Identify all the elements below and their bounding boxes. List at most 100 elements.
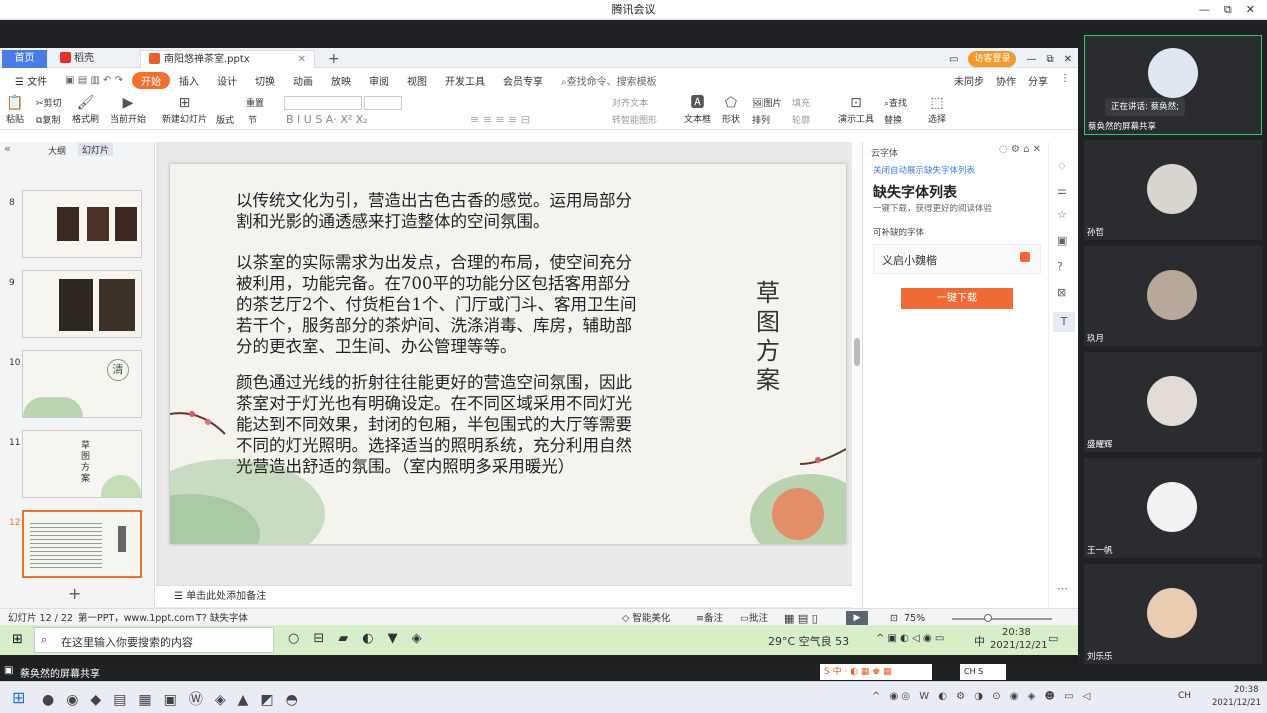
new-tab-button[interactable]: + — [320, 50, 348, 68]
command-search[interactable]: ⌕查找命令、搜索模板 — [552, 73, 666, 88]
participant-tile[interactable]: 刘乐乐 — [1084, 564, 1262, 664]
new-slide-button[interactable]: ⊞ 新建幻灯片 — [162, 94, 207, 125]
tab-daoke[interactable]: 稻壳 — [52, 50, 102, 68]
slide-thumb-11[interactable]: 草图方案 — [22, 430, 142, 498]
align-text-button[interactable]: 对齐文本 — [612, 96, 648, 109]
more-icon[interactable]: ⋮ — [1060, 73, 1070, 88]
play-from-current-button[interactable]: ▶ 当前开始 — [110, 94, 146, 125]
share-button[interactable]: 分享 — [1028, 73, 1048, 88]
tab-outline[interactable]: 大纲 — [48, 144, 66, 157]
notification-icon[interactable]: ▭ — [1048, 632, 1058, 645]
reset-button[interactable]: 重置 — [246, 96, 264, 109]
add-slide-button[interactable]: + — [68, 584, 81, 603]
smart-graphic-button[interactable]: 转智能图形 — [612, 113, 657, 126]
guest-login-button[interactable]: 访客登录 — [968, 51, 1017, 67]
slides-icon[interactable]: ▣ — [1057, 234, 1067, 247]
window-icon[interactable]: ▭ — [949, 54, 958, 65]
ime-lang[interactable]: CH S — [960, 664, 1006, 680]
font-icon[interactable]: T — [1053, 312, 1075, 332]
zoom-slider[interactable] — [952, 618, 1052, 620]
sync-status[interactable]: 未同步 — [954, 73, 984, 88]
minimize-button[interactable]: — — [1199, 0, 1210, 20]
vertical-scrollbar[interactable] — [854, 338, 860, 366]
close-button[interactable]: ✕ — [1246, 0, 1255, 20]
collab-button[interactable]: 协作 — [996, 73, 1016, 88]
adjust-icon[interactable]: ⚌ — [1057, 184, 1067, 197]
participant-tile[interactable]: 玖月 — [1084, 246, 1262, 346]
notes-area[interactable]: ☰ 单击此处添加备注 — [156, 585, 852, 607]
cut-button[interactable]: ✂剪切 — [36, 96, 62, 109]
slide-thumb-12-selected[interactable] — [22, 510, 142, 578]
slide-thumb-9[interactable] — [22, 270, 142, 338]
help-icon[interactable]: ? — [1057, 260, 1063, 273]
shape-button[interactable]: ⬠ 形状 — [722, 94, 740, 125]
menu-insert[interactable]: 插入 — [170, 73, 208, 88]
menu-view[interactable]: 视图 — [398, 73, 436, 88]
font-item-download-icon[interactable] — [1020, 252, 1030, 262]
font-pane-header[interactable]: 云字体 — [871, 146, 898, 159]
menu-start[interactable]: 开始 — [131, 71, 170, 89]
participant-tile[interactable]: 孙哲 — [1084, 140, 1262, 240]
style-icon[interactable]: ♢ — [1057, 160, 1067, 173]
menu-transition[interactable]: 切换 — [246, 73, 284, 88]
tab-slides[interactable]: 幻灯片 — [78, 143, 114, 156]
wps-close-icon[interactable]: ✕ — [1064, 54, 1072, 65]
close-auto-show-link[interactable]: 关闭自动展示缺失字体列表 — [873, 164, 975, 176]
participant-tile[interactable]: 王一帆 — [1084, 458, 1262, 558]
wps-minimize-icon[interactable]: — — [1026, 54, 1036, 65]
replace-button[interactable]: 替换 — [884, 113, 902, 126]
participant-tile[interactable]: 盛耀辉 — [1084, 352, 1262, 452]
slide-thumb-10[interactable]: 清 — [22, 350, 142, 418]
menu-review[interactable]: 审阅 — [360, 73, 398, 88]
font-name-select[interactable] — [284, 96, 362, 110]
menu-slideshow[interactable]: 放映 — [322, 73, 360, 88]
paste-button[interactable]: 📋 粘贴 — [6, 94, 24, 125]
arrange-button[interactable]: 排列 — [752, 113, 770, 126]
section-button[interactable]: 节 — [248, 113, 257, 126]
tray-icons[interactable]: ^ ▣ ◐ ◁ ◉ ▭ — [876, 633, 944, 644]
present-tools-button[interactable]: ⊡ 演示工具 — [838, 94, 874, 125]
ime-toolbar[interactable]: S 中 · ◐ ▦ ♚ ▦ — [820, 664, 932, 680]
taskbar-search[interactable]: ⌕ 在这里输入你要搜索的内容 — [34, 627, 274, 653]
fill-button[interactable]: 填充 — [792, 96, 810, 109]
tab-document[interactable]: 南阳悠禅茶室.pptx ✕ — [140, 50, 315, 68]
host-ime[interactable]: CH — [1178, 691, 1191, 701]
more-tools-icon[interactable]: ⋯ — [1057, 582, 1068, 595]
windows-start-icon[interactable]: ⊞ — [12, 688, 25, 707]
taskbar-app-icons[interactable]: ○⊟▰◐▼◈ — [288, 631, 436, 646]
font-pane-header-icons[interactable]: ◌ ⚙ ⌂ ✕ — [999, 144, 1041, 155]
quick-access-icons[interactable]: ▣ ▤ ▥ ↶ ↷ — [56, 75, 132, 86]
select-button[interactable]: ⬚ 选择 — [928, 94, 946, 125]
host-app-icons[interactable]: ●◉◆▤▦▣Ⓦ◈▲◩◓ — [42, 689, 310, 709]
current-slide[interactable]: 以传统文化为引，营造出古色古香的感觉。运用局部分割和光影的通透感来打造整体的空间… — [170, 164, 846, 544]
tab-home[interactable]: 首页 — [2, 50, 47, 68]
tab-close-icon[interactable]: ✕ — [298, 51, 306, 69]
menu-file[interactable]: ☰ 文件 — [6, 73, 56, 88]
find-button[interactable]: ⌕查找 — [884, 96, 907, 109]
menu-animation[interactable]: 动画 — [284, 73, 322, 88]
slide-thumb-8[interactable] — [22, 190, 142, 258]
picture-button[interactable]: 🖼图片 — [752, 96, 781, 109]
collapse-panel-icon[interactable]: « — [4, 142, 11, 155]
menu-member[interactable]: 会员专享 — [494, 73, 552, 88]
one-click-download-button[interactable]: 一键下载 — [901, 288, 1013, 309]
restore-button[interactable]: ⧉ — [1224, 0, 1232, 20]
text-style-buttons[interactable]: B I U S A· X² X₂ — [286, 113, 368, 126]
menu-design[interactable]: 设计 — [208, 73, 246, 88]
copy-button[interactable]: ⧉复制 — [36, 113, 60, 126]
font-item[interactable]: 义启小魏楷 — [873, 244, 1041, 274]
layout-button[interactable]: 版式 — [216, 113, 234, 126]
zoom-thumb[interactable] — [984, 614, 992, 622]
backup-icon[interactable]: ⊠ — [1057, 286, 1066, 299]
animation-icon[interactable]: ☆ — [1057, 208, 1067, 221]
wps-restore-icon[interactable]: ⧉ — [1046, 54, 1053, 65]
slideshow-button[interactable]: ▶ — [846, 611, 868, 626]
textbox-button[interactable]: 🅰 文本框 — [684, 94, 711, 125]
host-tray-icons[interactable]: ^ ◉◎ W ◐ ⚙ ◑ ⊙ ◉ ◈ ☻ ▭ ◁ — [872, 691, 1093, 702]
participant-tile[interactable]: 正在讲话: 蔡奂然; 蔡奂然的屏幕共享 — [1084, 35, 1262, 135]
font-size-select[interactable] — [364, 96, 402, 110]
paragraph-buttons[interactable]: ≡ ≡ ≡ ≡ ⊟ — [470, 113, 530, 126]
menu-devtools[interactable]: 开发工具 — [436, 73, 494, 88]
ime-indicator[interactable]: 中 — [974, 633, 985, 649]
windows-start-icon[interactable]: ⊞ — [12, 632, 23, 647]
